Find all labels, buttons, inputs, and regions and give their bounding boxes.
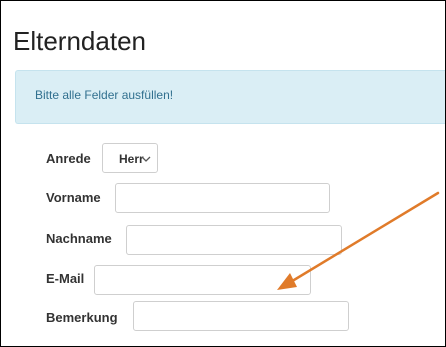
info-alert: Bitte alle Felder ausfüllen! <box>15 70 445 124</box>
bemerkung-field[interactable] <box>133 301 349 331</box>
anrede-select[interactable]: Herr <box>102 143 158 173</box>
chevron-down-icon <box>139 152 153 164</box>
email-label: E-Mail <box>46 271 85 286</box>
vorname-label: Vorname <box>46 190 101 205</box>
info-alert-text: Bitte alle Felder ausfüllen! <box>35 88 174 102</box>
bemerkung-label: Bemerkung <box>46 310 118 325</box>
email-field[interactable] <box>94 265 311 295</box>
anrede-label: Anrede <box>46 151 91 166</box>
nachname-field[interactable] <box>126 225 342 255</box>
vorname-field[interactable] <box>115 183 330 213</box>
page-title: Elterndaten <box>13 26 146 56</box>
form-panel: Elterndaten Bitte alle Felder ausfüllen!… <box>0 0 446 347</box>
nachname-label: Nachname <box>46 231 112 246</box>
